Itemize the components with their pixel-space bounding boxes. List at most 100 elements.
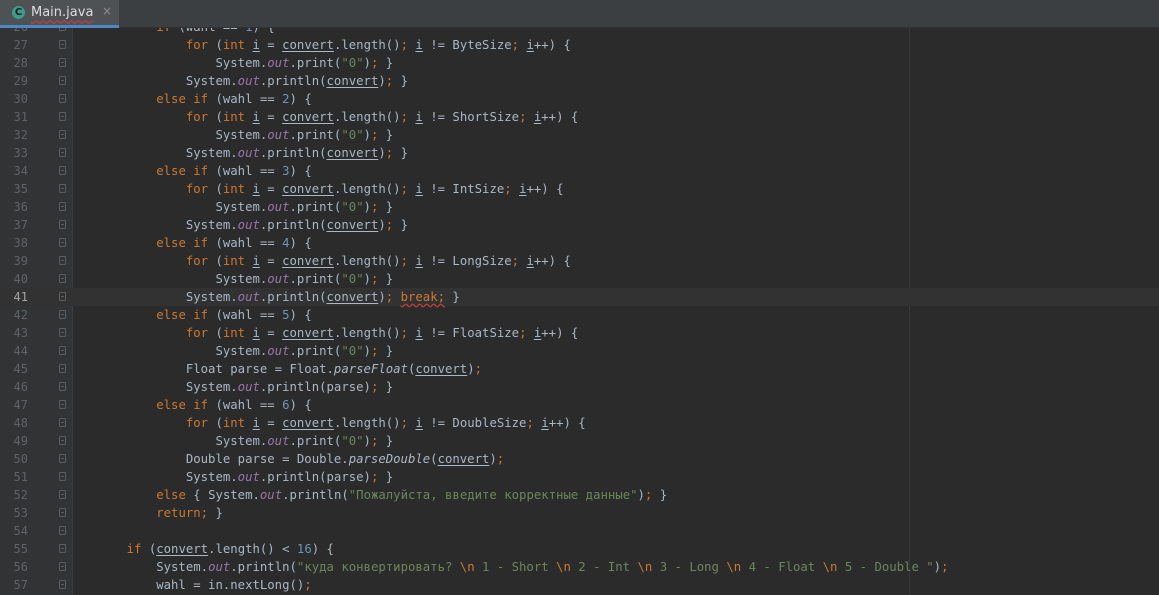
code-line[interactable]: 32 System.out.print("0"); } <box>0 126 1159 144</box>
code-line[interactable]: 37 System.out.println(convert); } <box>0 216 1159 234</box>
code-text: System.out.print("0"); } <box>97 54 393 72</box>
code-line[interactable]: 27 for (int i = convert.length(); i != B… <box>0 36 1159 54</box>
code-line[interactable]: 43 for (int i = convert.length(); i != F… <box>0 324 1159 342</box>
fold-marker-icon[interactable] <box>59 526 66 535</box>
code-line[interactable]: 52 else { System.out.println("Пожалуйста… <box>0 486 1159 504</box>
code-token: (wahl == <box>208 398 283 412</box>
tab-main-java[interactable]: C Main.java × <box>0 0 119 28</box>
code-line[interactable]: 47 else if (wahl == 6) { <box>0 396 1159 414</box>
code-line[interactable]: 50 Double parse = Double.parseDouble(con… <box>0 450 1159 468</box>
fold-marker-icon[interactable] <box>59 472 66 481</box>
code-editor[interactable]: 26 if (wahl == 1) {27 for (int i = conve… <box>0 28 1159 595</box>
line-number: 50 <box>13 452 28 466</box>
code-token: ; <box>511 38 520 52</box>
code-line[interactable]: 31 for (int i = convert.length(); i != S… <box>0 108 1159 126</box>
fold-marker-icon[interactable] <box>59 436 66 445</box>
code-token: convert <box>326 74 379 88</box>
code-line[interactable]: 26 if (wahl == 1) { <box>0 28 1159 36</box>
line-number: 45 <box>13 362 28 376</box>
code-token: } <box>378 434 394 448</box>
code-line[interactable]: 48 for (int i = convert.length(); i != D… <box>0 414 1159 432</box>
code-line[interactable]: 41 System.out.println(convert); break; } <box>0 288 1159 306</box>
close-icon[interactable]: × <box>102 4 112 18</box>
code-token: out <box>237 74 260 88</box>
fold-marker-icon[interactable] <box>59 310 66 319</box>
code-token: ; <box>400 416 408 430</box>
fold-marker-icon[interactable] <box>59 382 66 391</box>
code-token: != DoubleSize <box>422 416 527 430</box>
fold-marker-icon[interactable] <box>59 220 66 229</box>
fold-marker-icon[interactable] <box>59 508 66 517</box>
code-text: System.out.println(convert); break; } <box>97 288 460 306</box>
code-token: if <box>156 28 171 34</box>
code-line[interactable]: 46 System.out.println(parse); } <box>0 378 1159 396</box>
code-token: ) <box>489 452 497 466</box>
code-line[interactable]: 55 if (convert.length() < 16) { <box>0 540 1159 558</box>
fold-marker-icon[interactable] <box>59 76 66 85</box>
line-number: 36 <box>13 200 28 214</box>
code-line[interactable]: 34 else if (wahl == 3) { <box>0 162 1159 180</box>
code-line[interactable]: 39 for (int i = convert.length(); i != L… <box>0 252 1159 270</box>
code-line[interactable]: 33 System.out.println(convert); } <box>0 144 1159 162</box>
fold-marker-icon[interactable] <box>59 580 66 589</box>
fold-marker-icon[interactable] <box>59 292 66 301</box>
code-line[interactable]: 44 System.out.print("0"); } <box>0 342 1159 360</box>
code-line[interactable]: 45 Float parse = Float.parseFloat(conver… <box>0 360 1159 378</box>
fold-marker-icon[interactable] <box>59 40 66 49</box>
fold-marker-icon[interactable] <box>59 364 66 373</box>
code-token: for <box>185 326 209 340</box>
fold-marker-icon[interactable] <box>59 94 66 103</box>
code-line[interactable]: 42 else if (wahl == 5) { <box>0 306 1159 324</box>
code-line[interactable]: 51 System.out.println(parse); } <box>0 468 1159 486</box>
fold-marker-icon[interactable] <box>59 256 66 265</box>
code-line[interactable]: 54 <box>0 522 1159 540</box>
fold-marker-icon[interactable] <box>59 58 66 67</box>
code-text: System.out.println("куда конвертировать?… <box>97 558 948 576</box>
fold-marker-icon[interactable] <box>59 490 66 499</box>
fold-marker-icon[interactable] <box>59 130 66 139</box>
code-token: i <box>415 254 423 268</box>
fold-marker-icon[interactable] <box>59 562 66 571</box>
code-token: int <box>222 182 246 196</box>
code-line[interactable]: 40 System.out.print("0"); } <box>0 270 1159 288</box>
code-text: for (int i = convert.length(); i != Byte… <box>97 36 571 54</box>
fold-marker-icon[interactable] <box>59 202 66 211</box>
fold-marker-icon[interactable] <box>59 346 66 355</box>
code-lines: 26 if (wahl == 1) {27 for (int i = conve… <box>0 28 1159 594</box>
code-line[interactable]: 36 System.out.print("0"); } <box>0 198 1159 216</box>
fold-marker-icon[interactable] <box>59 28 66 31</box>
code-line[interactable]: 28 System.out.print("0"); } <box>0 54 1159 72</box>
fold-marker-icon[interactable] <box>59 400 66 409</box>
fold-marker-icon[interactable] <box>59 184 66 193</box>
fold-marker-icon[interactable] <box>59 274 66 283</box>
fold-marker-icon[interactable] <box>59 418 66 427</box>
fold-marker-icon[interactable] <box>59 544 66 553</box>
fold-marker-icon[interactable] <box>59 166 66 175</box>
fold-marker-icon[interactable] <box>59 112 66 121</box>
code-line[interactable]: 56 System.out.println("куда конвертирова… <box>0 558 1159 576</box>
code-token: else if <box>156 164 209 178</box>
code-token: for <box>185 182 209 196</box>
code-token: System. <box>97 218 238 232</box>
code-token: convert <box>282 416 334 430</box>
fold-marker-icon[interactable] <box>59 148 66 157</box>
code-line[interactable]: 29 System.out.println(convert); } <box>0 72 1159 90</box>
code-line[interactable]: 49 System.out.print("0"); } <box>0 432 1159 450</box>
code-line[interactable]: 38 else if (wahl == 4) { <box>0 234 1159 252</box>
fold-marker-icon[interactable] <box>59 454 66 463</box>
code-token: ) { <box>289 92 312 106</box>
code-line[interactable]: 53 return; } <box>0 504 1159 522</box>
fold-marker-icon[interactable] <box>59 328 66 337</box>
code-line[interactable]: 57 wahl = in.nextLong(); <box>0 576 1159 594</box>
fold-marker-icon[interactable] <box>59 238 66 247</box>
code-line[interactable]: 30 else if (wahl == 2) { <box>0 90 1159 108</box>
code-token: convert <box>326 146 379 160</box>
code-token: ( <box>430 452 438 466</box>
code-token: out <box>237 218 260 232</box>
code-line[interactable]: 35 for (int i = convert.length(); i != I… <box>0 180 1159 198</box>
